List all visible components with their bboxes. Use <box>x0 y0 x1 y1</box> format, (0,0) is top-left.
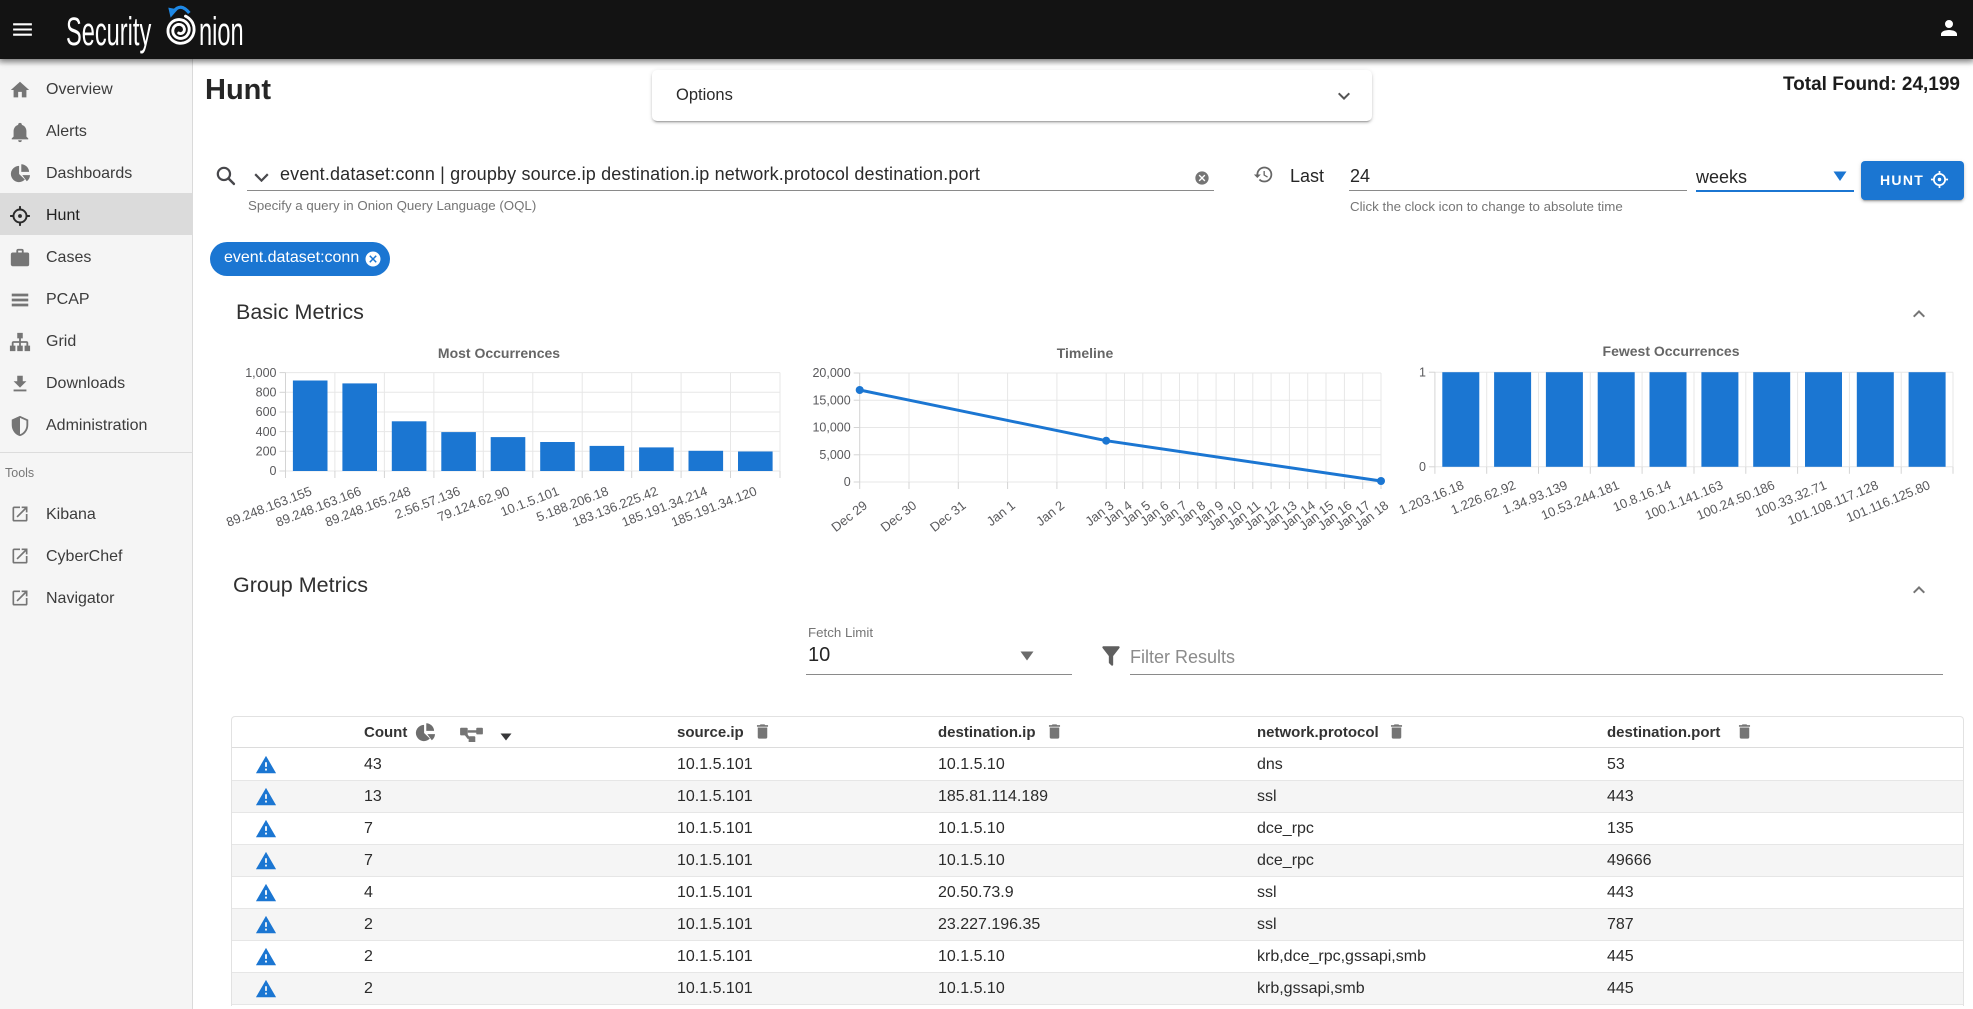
svg-text:Dec 31: Dec 31 <box>927 498 969 535</box>
svg-text:Timeline: Timeline <box>1057 345 1114 361</box>
svg-text:800: 800 <box>256 386 277 400</box>
svg-text:Fewest Occurrences: Fewest Occurrences <box>1603 343 1740 359</box>
svg-text:Dec 29: Dec 29 <box>828 498 870 535</box>
svg-text:20,000: 20,000 <box>812 366 850 380</box>
svg-text:1,000: 1,000 <box>245 366 276 380</box>
svg-text:1: 1 <box>1419 365 1426 379</box>
svg-text:Dec 30: Dec 30 <box>878 498 920 535</box>
svg-text:600: 600 <box>256 405 277 419</box>
svg-text:200: 200 <box>256 445 277 459</box>
svg-text:0: 0 <box>1419 460 1426 474</box>
svg-text:0: 0 <box>844 475 851 489</box>
svg-text:Jan 2: Jan 2 <box>1033 498 1067 529</box>
svg-text:5,000: 5,000 <box>819 448 850 462</box>
svg-text:0: 0 <box>270 464 277 478</box>
svg-text:Jan 1: Jan 1 <box>984 498 1018 529</box>
svg-text:10,000: 10,000 <box>812 421 850 435</box>
svg-text:Most Occurrences: Most Occurrences <box>438 345 560 361</box>
svg-text:15,000: 15,000 <box>812 393 850 407</box>
svg-text:400: 400 <box>256 425 277 439</box>
